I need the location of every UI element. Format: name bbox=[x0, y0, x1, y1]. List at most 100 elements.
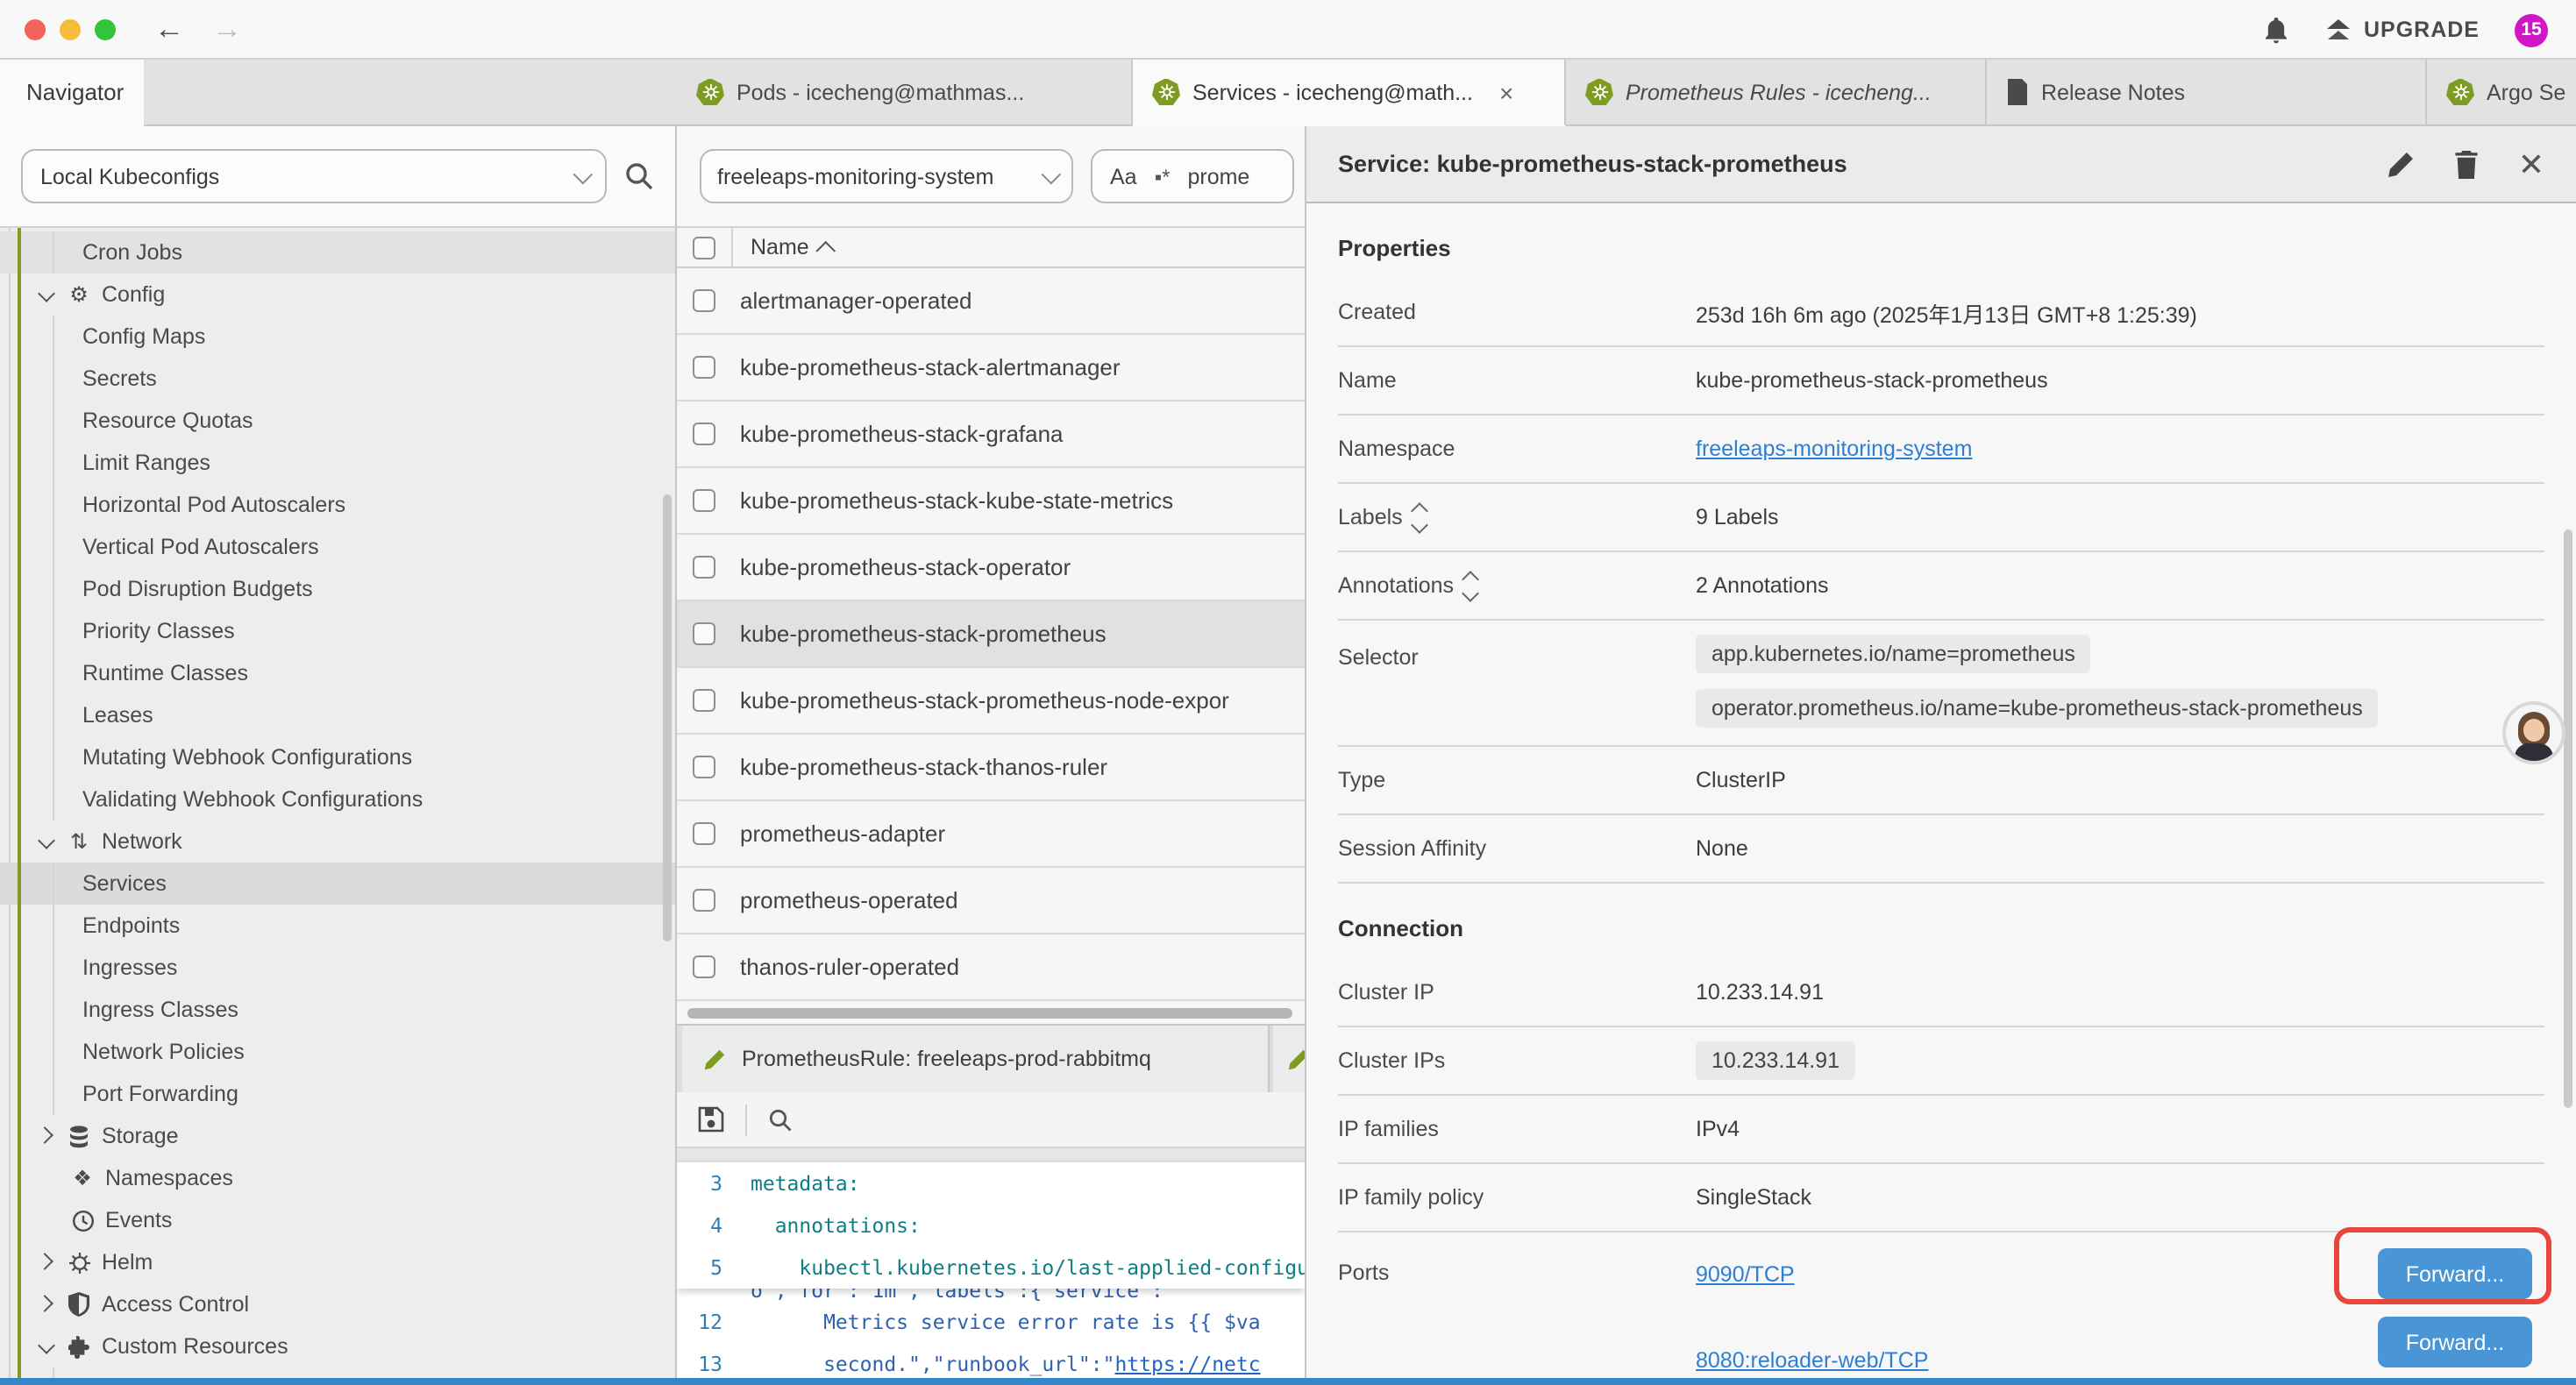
sort-ascending-icon bbox=[816, 241, 836, 261]
table-row[interactable]: prometheus-adapter bbox=[677, 801, 1305, 868]
namespace-link[interactable]: freeleaps-monitoring-system bbox=[1696, 437, 1972, 461]
traffic-lights bbox=[25, 18, 116, 39]
sidebar-item-mutating-webhook-configurations[interactable]: Mutating Webhook Configurations bbox=[0, 736, 675, 778]
namespace-filter-select[interactable]: freeleaps-monitoring-system bbox=[700, 149, 1073, 203]
sidebar-item-config-maps[interactable]: Config Maps bbox=[0, 316, 675, 358]
minimize-window-button[interactable] bbox=[60, 18, 81, 39]
sidebar-group-storage[interactable]: Storage bbox=[0, 1115, 675, 1157]
sidebar-group-custom-resources[interactable]: Custom Resources bbox=[0, 1325, 675, 1367]
port-link-8080[interactable]: 8080:reloader-web/TCP bbox=[1696, 1347, 1928, 1372]
tab-pods[interactable]: Pods - icecheng@mathmas... bbox=[677, 60, 1133, 126]
sidebar-item-leases[interactable]: Leases bbox=[0, 694, 675, 736]
sidebar-scrollbar[interactable] bbox=[663, 494, 672, 941]
yaml-editor[interactable]: 3metadata: 4 annotations: 5 kubectl.kube… bbox=[677, 1162, 1305, 1385]
name-filter-input[interactable]: Aa ▪* prome bbox=[1091, 149, 1294, 203]
zoom-window-button[interactable] bbox=[95, 18, 116, 39]
table-row[interactable]: prometheus-operated bbox=[677, 868, 1305, 934]
sidebar-item-namespaces[interactable]: ❖ Namespaces bbox=[0, 1157, 675, 1199]
table-row[interactable]: kube-prometheus-stack-grafana bbox=[677, 401, 1305, 468]
table-row-selected[interactable]: kube-prometheus-stack-prometheus bbox=[677, 601, 1305, 668]
table-row[interactable]: kube-prometheus-stack-alertmanager bbox=[677, 335, 1305, 401]
tab-argo[interactable]: Argo Se bbox=[2427, 60, 2576, 126]
sidebar-item-network-policies[interactable]: Network Policies bbox=[0, 1031, 675, 1073]
port-link-9090[interactable]: 9090/TCP bbox=[1696, 1261, 1795, 1286]
sidebar-group-access-control[interactable]: Access Control bbox=[0, 1283, 675, 1325]
expand-collapse-icon[interactable] bbox=[1413, 504, 1426, 530]
regex-toggle[interactable]: ▪* bbox=[1155, 164, 1171, 188]
runbook-url-link[interactable]: https://netc bbox=[1114, 1352, 1260, 1376]
delete-trash-icon[interactable] bbox=[2453, 150, 2480, 178]
table-row[interactable]: kube-prometheus-stack-prometheus-node-ex… bbox=[677, 668, 1305, 735]
notifications-bell-icon[interactable] bbox=[2262, 15, 2290, 45]
selector-chip: operator.prometheus.io/name=kube-prometh… bbox=[1696, 689, 2379, 728]
sidebar-item-resource-quotas[interactable]: Resource Quotas bbox=[0, 400, 675, 442]
notification-count-badge[interactable]: 15 bbox=[2515, 13, 2548, 46]
tab-release-notes[interactable]: Release Notes bbox=[1987, 60, 2427, 126]
row-checkbox[interactable] bbox=[693, 822, 715, 845]
sidebar-item-priority-classes[interactable]: Priority Classes bbox=[0, 610, 675, 652]
sidebar-item-events[interactable]: Events bbox=[0, 1199, 675, 1241]
row-checkbox[interactable] bbox=[693, 423, 715, 445]
sidebar-item-cron-jobs[interactable]: Cron Jobs bbox=[0, 231, 675, 273]
row-checkbox[interactable] bbox=[693, 889, 715, 912]
sidebar-item-horizontal-pod-autoscalers[interactable]: Horizontal Pod Autoscalers bbox=[0, 484, 675, 526]
panel-scrollbar[interactable] bbox=[2564, 529, 2572, 1108]
horizontal-scrollbar[interactable] bbox=[687, 1008, 1292, 1019]
sidebar-group-network[interactable]: ⇅ Network bbox=[0, 820, 675, 863]
search-icon[interactable] bbox=[624, 161, 654, 191]
save-icon[interactable] bbox=[698, 1106, 724, 1133]
sidebar-item-secrets[interactable]: Secrets bbox=[0, 358, 675, 400]
match-case-toggle[interactable]: Aa bbox=[1110, 164, 1137, 188]
sidebar-item-ingresses[interactable]: Ingresses bbox=[0, 947, 675, 989]
close-window-button[interactable] bbox=[25, 18, 46, 39]
editor-tab-prometheusrule[interactable]: PrometheusRule: freeleaps-prod-rabbitmq bbox=[682, 1026, 1270, 1092]
kubernetes-icon bbox=[696, 78, 724, 106]
table-row[interactable]: kube-prometheus-stack-operator bbox=[677, 535, 1305, 601]
row-checkbox[interactable] bbox=[693, 489, 715, 512]
table-row[interactable]: alertmanager-operated bbox=[677, 268, 1305, 335]
labels-count[interactable]: 9 Labels bbox=[1696, 505, 1779, 529]
upgrade-button[interactable]: UPGRADE bbox=[2325, 17, 2480, 43]
sidebar-item-limit-ranges[interactable]: Limit Ranges bbox=[0, 442, 675, 484]
row-checkbox[interactable] bbox=[693, 289, 715, 312]
row-checkbox[interactable] bbox=[693, 356, 715, 379]
sidebar-item-ingress-classes[interactable]: Ingress Classes bbox=[0, 989, 675, 1031]
row-checkbox[interactable] bbox=[693, 622, 715, 645]
table-row[interactable]: thanos-ruler-operated bbox=[677, 934, 1305, 1001]
kubernetes-icon bbox=[1152, 78, 1180, 106]
sidebar-item-pod-disruption-budgets[interactable]: Pod Disruption Budgets bbox=[0, 568, 675, 610]
editor-toolbar bbox=[677, 1092, 1305, 1148]
tabstrip-filler bbox=[144, 60, 677, 126]
editor-search-icon[interactable] bbox=[768, 1107, 793, 1132]
tab-prometheus-rules[interactable]: Prometheus Rules - icecheng... bbox=[1566, 60, 1987, 126]
back-icon[interactable]: ← bbox=[154, 14, 184, 44]
column-header-name[interactable]: Name bbox=[731, 228, 837, 266]
editor-tab-next-partial[interactable] bbox=[1273, 1026, 1305, 1092]
table-row[interactable]: kube-prometheus-stack-kube-state-metrics bbox=[677, 468, 1305, 535]
tab-services[interactable]: Services - icecheng@math... × bbox=[1133, 60, 1566, 126]
edit-pencil-icon[interactable] bbox=[2387, 150, 2415, 178]
kubernetes-icon bbox=[1585, 78, 1613, 106]
sidebar-group-helm[interactable]: Helm bbox=[0, 1241, 675, 1283]
row-checkbox[interactable] bbox=[693, 756, 715, 778]
expand-collapse-icon[interactable] bbox=[1464, 572, 1477, 599]
table-row[interactable]: kube-prometheus-stack-thanos-ruler bbox=[677, 735, 1305, 801]
close-tab-icon[interactable]: × bbox=[1499, 78, 1513, 106]
sidebar-item-runtime-classes[interactable]: Runtime Classes bbox=[0, 652, 675, 694]
sidebar-item-validating-webhook-configurations[interactable]: Validating Webhook Configurations bbox=[0, 778, 675, 820]
sidebar-item-endpoints[interactable]: Endpoints bbox=[0, 905, 675, 947]
avatar[interactable] bbox=[2502, 701, 2565, 764]
row-checkbox[interactable] bbox=[693, 556, 715, 579]
sidebar-item-vertical-pod-autoscalers[interactable]: Vertical Pod Autoscalers bbox=[0, 526, 675, 568]
annotations-count[interactable]: 2 Annotations bbox=[1696, 573, 1829, 598]
row-checkbox[interactable] bbox=[693, 955, 715, 978]
kubeconfig-select[interactable]: Local Kubeconfigs bbox=[21, 149, 607, 203]
sidebar-item-port-forwarding[interactable]: Port Forwarding bbox=[0, 1073, 675, 1115]
close-panel-icon[interactable]: ✕ bbox=[2518, 148, 2544, 180]
select-all-checkbox[interactable] bbox=[693, 236, 715, 259]
sidebar-item-services[interactable]: Services bbox=[0, 863, 675, 905]
sidebar-group-config[interactable]: ⚙ Config bbox=[0, 273, 675, 316]
row-checkbox[interactable] bbox=[693, 689, 715, 712]
forward-port-button[interactable]: Forward... bbox=[2378, 1317, 2532, 1367]
forward-icon[interactable]: → bbox=[212, 14, 242, 44]
